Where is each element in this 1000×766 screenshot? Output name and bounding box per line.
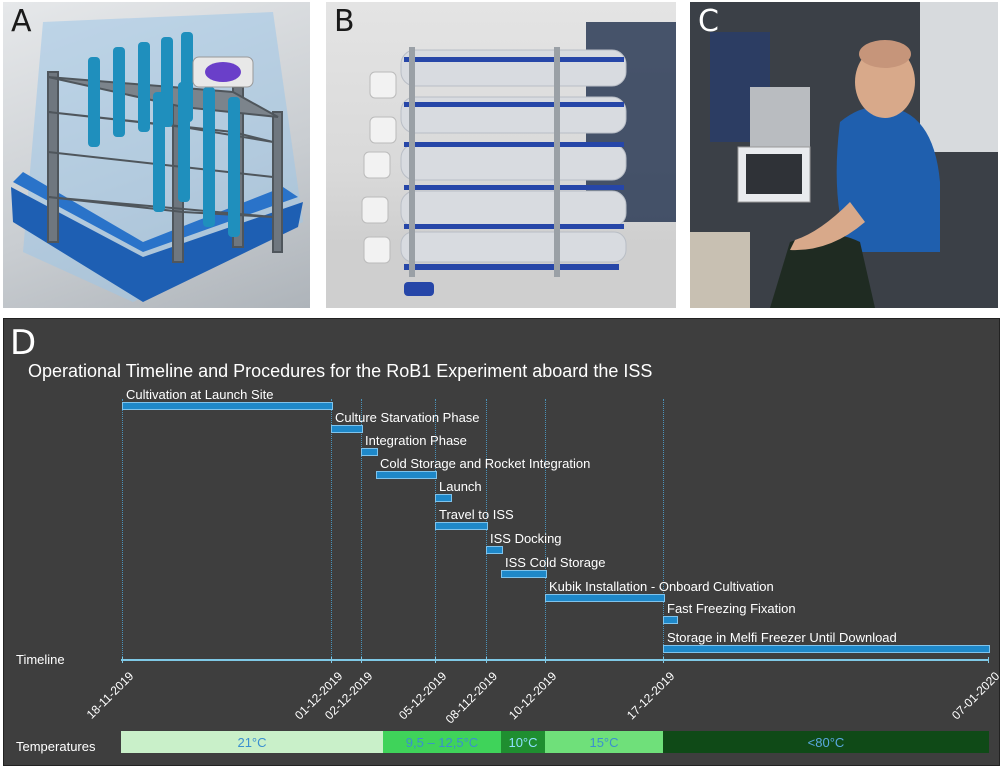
date-label: 08-112-2019: [442, 669, 500, 727]
date-guide-line: [545, 399, 546, 659]
phase-bar: [122, 402, 333, 410]
phase-bar: [331, 425, 363, 433]
temperatures-label: Temperatures: [16, 739, 96, 754]
date-tick: [331, 657, 332, 663]
phase-label: Launch: [439, 479, 482, 494]
culture-bags-photo-image: [326, 22, 676, 308]
timeline-axis: [121, 659, 988, 661]
date-guide-line: [122, 399, 123, 659]
phase-bar: [501, 570, 547, 578]
phase-label: Culture Starvation Phase: [335, 410, 480, 425]
phase-bar: [486, 546, 503, 554]
panel-c-letter: C: [698, 4, 719, 39]
panel-a-letter: A: [11, 4, 32, 39]
date-label: 10-12-2019: [505, 669, 559, 723]
phase-bar: [663, 616, 678, 624]
timeline-title: Operational Timeline and Procedures for …: [28, 361, 653, 381]
date-label: 05-12-2019: [395, 669, 449, 723]
phase-bar: [435, 494, 452, 502]
date-tick: [361, 657, 362, 663]
panel-d-timeline: D Operational Timeline and Procedures fo…: [3, 318, 1000, 766]
phase-bar: [663, 645, 990, 653]
phase-label: Kubik Installation - Onboard Cultivation: [549, 579, 774, 594]
date-tick: [663, 657, 664, 663]
date-tick: [486, 657, 487, 663]
phase-label: ISS Cold Storage: [505, 555, 606, 570]
panel-b-letter: B: [334, 4, 355, 39]
timeline-axis-label: Timeline: [16, 652, 65, 667]
date-label: 07-01-2020: [948, 669, 1000, 723]
date-tick: [435, 657, 436, 663]
phase-bar: [376, 471, 437, 479]
date-guide-line: [331, 399, 332, 659]
temperature-segment: 10°C: [501, 731, 545, 753]
phase-bar: [361, 448, 378, 456]
temperature-segment: 21°C: [121, 731, 383, 753]
temperature-segment: 9,5 – 12,5°C: [383, 731, 501, 753]
phase-label: Cultivation at Launch Site: [126, 387, 274, 402]
phase-bar: [545, 594, 665, 602]
phase-label: Storage in Melfi Freezer Until Download: [667, 630, 897, 645]
panel-a-render: A: [3, 2, 310, 308]
date-label: 17-12-2019: [623, 669, 677, 723]
phase-label: Integration Phase: [365, 433, 467, 448]
phase-label: ISS Docking: [490, 531, 562, 546]
date-tick: [122, 657, 123, 663]
date-tick: [988, 657, 989, 663]
phase-label: Cold Storage and Rocket Integration: [380, 456, 591, 471]
panel-b-photo: B: [326, 2, 676, 308]
phase-bar: [435, 522, 488, 530]
panel-d-letter: D: [10, 323, 37, 363]
date-guide-line: [361, 399, 362, 659]
temperature-segment: <80°C: [663, 731, 989, 753]
culture-rack-render-image: [11, 12, 303, 302]
date-tick: [545, 657, 546, 663]
temperature-segment: 15°C: [545, 731, 663, 753]
phase-label: Travel to ISS: [439, 507, 514, 522]
phase-label: Fast Freezing Fixation: [667, 601, 796, 616]
panel-c-photo: C: [690, 2, 998, 308]
date-label: 18-11-2019: [83, 669, 136, 722]
astronaut-at-kubik-photo-image: [690, 2, 998, 308]
